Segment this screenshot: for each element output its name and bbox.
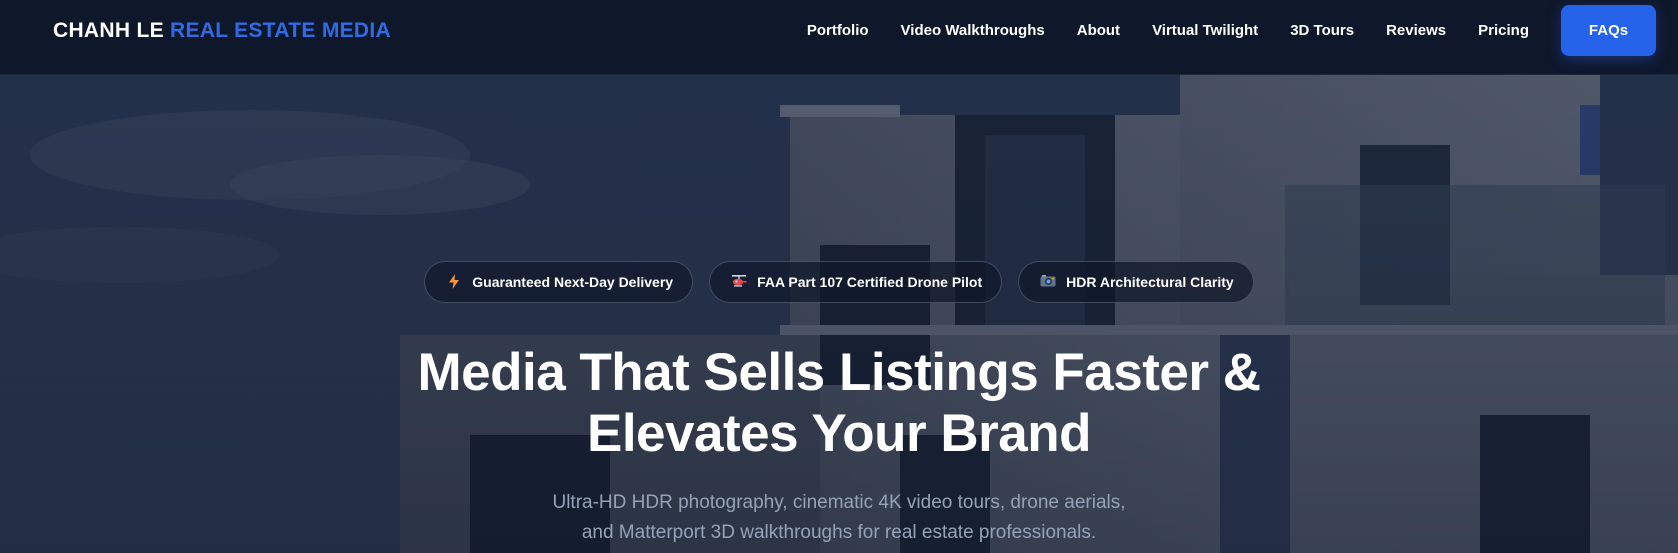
feature-badges: Guaranteed Next-Day Delivery FAA Part 10…	[0, 261, 1678, 303]
hero-headline: Media That Sells Listings Faster & Eleva…	[0, 342, 1678, 464]
nav-link-video-walkthroughs[interactable]: Video Walkthroughs	[901, 22, 1045, 39]
badge-label: Guaranteed Next-Day Delivery	[472, 274, 674, 290]
helicopter-drone-icon	[730, 274, 748, 290]
brand-name-primary: CHANH LE	[53, 19, 164, 42]
badge-hdr-clarity: HDR Architectural Clarity	[1018, 261, 1254, 303]
hero-subheading-line1: Ultra-HD HDR photography, cinematic 4K v…	[552, 492, 1126, 513]
nav-link-3d-tours[interactable]: 3D Tours	[1290, 22, 1354, 39]
badge-faa-certified: FAA Part 107 Certified Drone Pilot	[709, 261, 1003, 303]
hero-section: Guaranteed Next-Day Delivery FAA Part 10…	[0, 75, 1678, 553]
nav-link-about[interactable]: About	[1077, 22, 1120, 39]
camera-icon	[1039, 274, 1057, 290]
nav-link-reviews[interactable]: Reviews	[1386, 22, 1446, 39]
hero-headline-line1: Media That Sells Listings Faster &	[417, 343, 1261, 402]
hero-subheading: Ultra-HD HDR photography, cinematic 4K v…	[0, 488, 1678, 548]
nav-link-virtual-twilight[interactable]: Virtual Twilight	[1152, 22, 1258, 39]
brand-logo[interactable]: CHANH LE REAL ESTATE MEDIA	[53, 0, 391, 62]
nav-link-pricing[interactable]: Pricing	[1478, 22, 1529, 39]
hero-subheading-line2: and Matterport 3D walkthroughs for real …	[581, 522, 1097, 543]
hero-overlay	[0, 75, 1678, 553]
brand-name-accent: REAL ESTATE MEDIA	[170, 19, 391, 42]
badge-label: HDR Architectural Clarity	[1066, 274, 1234, 290]
hero-headline-line2: Elevates Your Brand	[586, 404, 1092, 463]
badge-next-day-delivery: Guaranteed Next-Day Delivery	[424, 261, 694, 303]
lightning-bolt-icon	[445, 274, 463, 290]
badge-label: FAA Part 107 Certified Drone Pilot	[757, 274, 983, 290]
site-header: CHANH LE REAL ESTATE MEDIA Portfolio Vid…	[0, 0, 1678, 75]
nav-link-portfolio[interactable]: Portfolio	[807, 22, 869, 39]
main-navigation: Portfolio Video Walkthroughs About Virtu…	[807, 5, 1656, 56]
faqs-button[interactable]: FAQs	[1561, 5, 1656, 56]
